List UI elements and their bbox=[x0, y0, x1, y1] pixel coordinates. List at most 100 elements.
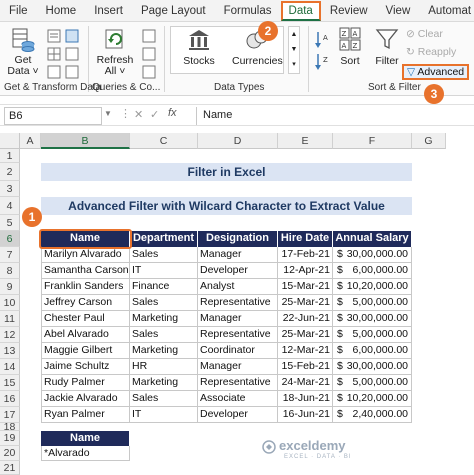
cell-hire-date[interactable]: 18-Jun-21 bbox=[278, 391, 333, 407]
cancel-icon[interactable]: ✕ bbox=[134, 108, 143, 121]
row-header-15[interactable]: 15 bbox=[0, 375, 20, 391]
cell-annual-salary[interactable]: $6,00,000.00 bbox=[333, 263, 412, 279]
column-header-c[interactable]: C bbox=[130, 133, 198, 149]
sort-button[interactable]: Z A A Z Sort bbox=[336, 26, 364, 67]
cell-hire-date[interactable]: 15-Mar-21 bbox=[278, 279, 333, 295]
row-header-10[interactable]: 10 bbox=[0, 295, 20, 311]
tab-data[interactable]: Data bbox=[280, 1, 321, 21]
cell-hire-date[interactable]: 25-Mar-21 bbox=[278, 327, 333, 343]
cell-name[interactable]: Marilyn Alvarado bbox=[41, 247, 130, 263]
name-box[interactable]: B6 bbox=[4, 107, 102, 125]
cell-name[interactable]: Abel Alvarado bbox=[41, 327, 130, 343]
row-header-11[interactable]: 11 bbox=[0, 311, 20, 327]
tab-page-layout[interactable]: Page Layout bbox=[132, 0, 215, 22]
cell-hire-date[interactable]: 12-Apr-21 bbox=[278, 263, 333, 279]
cell-department[interactable]: Finance bbox=[130, 279, 198, 295]
cell-annual-salary[interactable]: $10,20,000.00 bbox=[333, 391, 412, 407]
cell-department[interactable]: Sales bbox=[130, 295, 198, 311]
cell-annual-salary[interactable]: $6,00,000.00 bbox=[333, 343, 412, 359]
get-data-button[interactable]: Get Data ˅ bbox=[6, 26, 40, 77]
cell-designation[interactable]: Analyst bbox=[198, 279, 278, 295]
cell-annual-salary[interactable]: $2,40,000.00 bbox=[333, 407, 412, 423]
cell-hire-date[interactable]: 25-Mar-21 bbox=[278, 295, 333, 311]
column-header-a[interactable]: A bbox=[20, 133, 41, 149]
cell-designation[interactable]: Representative bbox=[198, 375, 278, 391]
cell-designation[interactable]: Representative bbox=[198, 327, 278, 343]
stocks-button[interactable]: Stocks bbox=[176, 28, 222, 67]
row-header-5[interactable]: 5 bbox=[0, 215, 20, 231]
header-designation[interactable]: Designation bbox=[198, 231, 278, 247]
formula-input[interactable]: Name bbox=[196, 107, 470, 125]
cell-hire-date[interactable]: 17-Feb-21 bbox=[278, 247, 333, 263]
cell-designation[interactable]: Manager bbox=[198, 359, 278, 375]
cell-annual-salary[interactable]: $5,00,000.00 bbox=[333, 327, 412, 343]
sort-az-icons[interactable]: A Z bbox=[314, 30, 332, 72]
get-transform-small-icons[interactable] bbox=[46, 28, 86, 82]
cell-designation[interactable]: Developer bbox=[198, 263, 278, 279]
cell-department[interactable]: Marketing bbox=[130, 311, 198, 327]
cell-hire-date[interactable]: 24-Mar-21 bbox=[278, 375, 333, 391]
cell-annual-salary[interactable]: $30,00,000.00 bbox=[333, 359, 412, 375]
header-hire-date[interactable]: Hire Date bbox=[278, 231, 333, 247]
cell-department[interactable]: Sales bbox=[130, 247, 198, 263]
column-header-b[interactable]: B bbox=[41, 133, 130, 149]
cell-name[interactable]: Jaime Schultz bbox=[41, 359, 130, 375]
row-header-12[interactable]: 12 bbox=[0, 327, 20, 343]
cell-department[interactable]: Sales bbox=[130, 327, 198, 343]
row-header-1[interactable]: 1 bbox=[0, 149, 20, 163]
row-header-14[interactable]: 14 bbox=[0, 359, 20, 375]
cell-department[interactable]: IT bbox=[130, 407, 198, 423]
tab-view[interactable]: View bbox=[377, 0, 420, 22]
row-header-19[interactable]: 19 bbox=[0, 431, 20, 446]
data-types-scroll[interactable]: ▲ ▼ ▾ bbox=[288, 26, 300, 74]
tab-home[interactable]: Home bbox=[37, 0, 86, 22]
name-box-dropdown-icon[interactable]: ▼ bbox=[104, 109, 112, 118]
cell-name[interactable]: Samantha Carson bbox=[41, 263, 130, 279]
cell-annual-salary[interactable]: $30,00,000.00 bbox=[333, 247, 412, 263]
cell-annual-salary[interactable]: $5,00,000.00 bbox=[333, 295, 412, 311]
cell-designation[interactable]: Developer bbox=[198, 407, 278, 423]
cell-designation[interactable]: Manager bbox=[198, 247, 278, 263]
row-header-4[interactable]: 4 bbox=[0, 197, 20, 215]
cell-name[interactable]: Jeffrey Carson bbox=[41, 295, 130, 311]
enter-icon[interactable]: ✓ bbox=[150, 108, 159, 121]
row-header-21[interactable]: 21 bbox=[0, 461, 20, 475]
column-header-f[interactable]: F bbox=[333, 133, 412, 149]
cell-annual-salary[interactable]: $5,00,000.00 bbox=[333, 375, 412, 391]
row-header-20[interactable]: 20 bbox=[0, 446, 20, 461]
filter-button[interactable]: Filter bbox=[372, 26, 402, 67]
row-header-18[interactable]: 18 bbox=[0, 422, 20, 432]
reapply-button[interactable]: ↻ Reapply bbox=[406, 46, 456, 58]
column-header-g[interactable]: G bbox=[412, 133, 446, 149]
header-annual-salary[interactable]: Annual Salary bbox=[333, 231, 412, 247]
cell-department[interactable]: HR bbox=[130, 359, 198, 375]
cell-hire-date[interactable]: 22-Jun-21 bbox=[278, 311, 333, 327]
tab-insert[interactable]: Insert bbox=[85, 0, 132, 22]
advanced-filter-button[interactable]: ▽ Advanced bbox=[402, 64, 470, 80]
queries-small-icons[interactable] bbox=[142, 28, 158, 82]
cell-department[interactable]: Marketing bbox=[130, 343, 198, 359]
cell-department[interactable]: Marketing bbox=[130, 375, 198, 391]
cell-name[interactable]: Maggie Gilbert bbox=[41, 343, 130, 359]
row-header-7[interactable]: 7 bbox=[0, 247, 20, 263]
cell-name[interactable]: Ryan Palmer bbox=[41, 407, 130, 423]
tab-automate[interactable]: Automat bbox=[419, 0, 474, 22]
row-header-9[interactable]: 9 bbox=[0, 279, 20, 295]
cell-designation[interactable]: Coordinator bbox=[198, 343, 278, 359]
clear-button[interactable]: ⊘ Clear bbox=[406, 28, 443, 40]
select-all-corner[interactable] bbox=[0, 133, 20, 149]
refresh-all-button[interactable]: Refresh All ˅ bbox=[92, 26, 138, 77]
cell-annual-salary[interactable]: $30,00,000.00 bbox=[333, 311, 412, 327]
insert-function-icon[interactable]: fx bbox=[168, 107, 177, 119]
criteria-header[interactable]: Name bbox=[41, 431, 130, 446]
cell-hire-date[interactable]: 12-Mar-21 bbox=[278, 343, 333, 359]
row-header-6[interactable]: 6 bbox=[0, 231, 20, 247]
row-header-16[interactable]: 16 bbox=[0, 391, 20, 407]
row-header-8[interactable]: 8 bbox=[0, 263, 20, 279]
row-header-13[interactable]: 13 bbox=[0, 343, 20, 359]
row-header-3[interactable]: 3 bbox=[0, 181, 20, 197]
criteria-value[interactable]: *Alvarado bbox=[41, 446, 130, 461]
cell-name[interactable]: Rudy Palmer bbox=[41, 375, 130, 391]
cell-name[interactable]: Chester Paul bbox=[41, 311, 130, 327]
cell-hire-date[interactable]: 15-Feb-21 bbox=[278, 359, 333, 375]
